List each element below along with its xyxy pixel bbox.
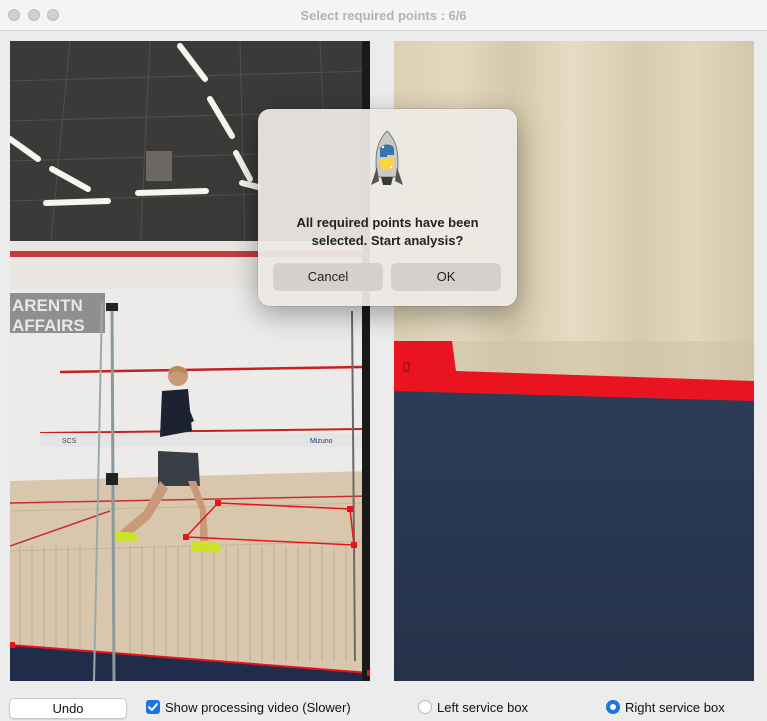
ok-button[interactable]: OK xyxy=(391,263,501,291)
tin-text-2: Mizuno xyxy=(310,438,333,445)
title-bar: Select required points : 6/6 xyxy=(0,0,767,31)
python-rocket-icon xyxy=(371,130,403,185)
undo-button[interactable]: Undo xyxy=(9,698,127,719)
selected-point-marker xyxy=(367,670,370,676)
selected-point-marker xyxy=(183,534,189,540)
radio-dot-icon xyxy=(610,704,616,710)
selected-point-marker xyxy=(215,500,221,506)
tin-text-1: SCS xyxy=(62,438,77,445)
wall-sign-line2: AFFAIRS xyxy=(12,316,85,335)
dialog-message: All required points have been selected. … xyxy=(296,215,479,248)
selected-point-marker xyxy=(347,506,353,512)
left-service-box-label: Left service box xyxy=(437,700,529,715)
selected-point-marker xyxy=(10,642,15,648)
wall-sign-line1: ARENTN xyxy=(12,296,83,315)
app-window: Select required points : 6/6 ARENTN AFFA… xyxy=(0,0,767,721)
right-service-box-radio[interactable] xyxy=(606,700,620,714)
confirm-dialog: All required points have been selected. … xyxy=(258,109,517,306)
right-service-box-label: Right service box xyxy=(625,700,725,715)
cancel-button[interactable]: Cancel xyxy=(273,263,383,291)
show-processing-label: Show processing video (Slower) xyxy=(165,700,351,715)
checkmark-icon xyxy=(148,703,158,711)
left-service-box-radio[interactable] xyxy=(418,700,432,714)
selected-point-marker xyxy=(351,542,357,548)
show-processing-checkbox[interactable] xyxy=(146,700,160,714)
window-title: Select required points : 6/6 xyxy=(300,8,467,23)
controls-bar: Undo Show processing video (Slower) Left… xyxy=(0,690,767,721)
